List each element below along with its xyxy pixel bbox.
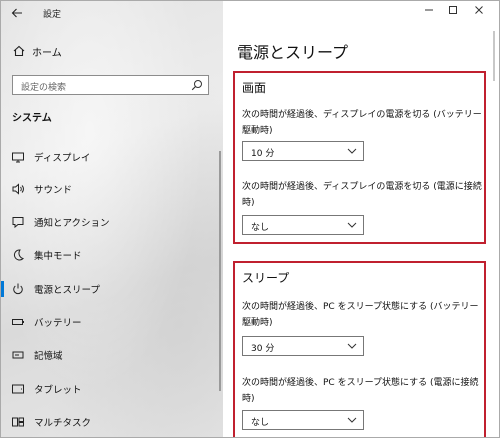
minimize-button[interactable] bbox=[419, 5, 439, 19]
sidebar-item-power-sleep[interactable]: 電源とスリープ bbox=[1, 277, 223, 301]
sidebar-item-label: サウンド bbox=[34, 185, 73, 196]
sidebar-item-display[interactable]: ディスプレイ bbox=[1, 145, 223, 169]
sidebar: 設定 ホーム 設定の検索 システム ディスプレイ サウンド 通知とアクション 集… bbox=[1, 1, 223, 437]
title-bar: 設定 bbox=[1, 1, 223, 25]
sidebar-item-label: ディスプレイ bbox=[34, 153, 91, 164]
search-placeholder: 設定の検索 bbox=[21, 83, 67, 93]
sidebar-item-label: タブレット bbox=[34, 385, 82, 396]
sleep-plugged-desc: 次の時間が経過後、PC をスリープ状態にする (電源に接続時) bbox=[242, 378, 479, 404]
sidebar-item-label: 通知とアクション bbox=[34, 218, 110, 229]
active-indicator bbox=[1, 281, 4, 297]
sleep-battery-desc: 次の時間が経過後、PC をスリープ状態にする (バッテリー駆動時) bbox=[242, 302, 479, 328]
search-icon bbox=[191, 80, 202, 91]
sidebar-scrollbar[interactable] bbox=[219, 151, 221, 391]
screen-plugged-desc: 次の時間が経過後、ディスプレイの電源を切る (電源に接続時) bbox=[242, 182, 482, 208]
power-icon bbox=[13, 283, 23, 295]
sleep-section: スリープ 次の時間が経過後、PC をスリープ状態にする (バッテリー駆動時) 3… bbox=[233, 261, 486, 437]
sidebar-item-label: 記憶域 bbox=[34, 351, 63, 362]
battery-icon bbox=[12, 319, 24, 325]
sidebar-item-label: マルチタスク bbox=[34, 418, 92, 429]
sidebar-item-label: バッテリー bbox=[34, 318, 82, 329]
screen-battery-desc: 次の時間が経過後、ディスプレイの電源を切る (バッテリー駆動時) bbox=[242, 110, 482, 136]
chevron-down-icon bbox=[347, 417, 357, 423]
screen-plugged-dropdown[interactable]: なし bbox=[242, 215, 364, 235]
sidebar-item-battery[interactable]: バッテリー bbox=[1, 310, 223, 334]
chevron-down-icon bbox=[347, 343, 357, 349]
sleep-battery-dropdown[interactable]: 30 分 bbox=[242, 336, 364, 356]
search-input[interactable]: 設定の検索 bbox=[12, 75, 209, 95]
sidebar-item-multitask[interactable]: マルチタスク bbox=[1, 410, 223, 434]
sidebar-item-storage[interactable]: 記憶域 bbox=[1, 343, 223, 367]
dropdown-value: なし bbox=[251, 223, 270, 233]
moon-icon bbox=[14, 249, 24, 261]
minimize-icon bbox=[425, 9, 433, 11]
screen-heading: 画面 bbox=[242, 81, 267, 95]
sidebar-item-focus[interactable]: 集中モード bbox=[1, 243, 223, 267]
chevron-down-icon bbox=[347, 148, 357, 154]
sidebar-item-sound[interactable]: サウンド bbox=[1, 177, 223, 201]
home-icon bbox=[13, 45, 25, 57]
dropdown-value: 30 分 bbox=[251, 344, 275, 354]
sleep-heading: スリープ bbox=[242, 271, 290, 285]
section-title: システム bbox=[12, 113, 52, 124]
settings-window: 設定 ホーム 設定の検索 システム ディスプレイ サウンド 通知とアクション 集… bbox=[0, 0, 500, 438]
maximize-button[interactable] bbox=[443, 5, 463, 19]
app-title: 設定 bbox=[43, 10, 62, 20]
monitor-icon bbox=[12, 152, 24, 163]
close-icon bbox=[475, 6, 483, 14]
dropdown-value: 10 分 bbox=[251, 149, 275, 159]
sidebar-item-notifications[interactable]: 通知とアクション bbox=[1, 210, 223, 234]
main-scrollbar[interactable] bbox=[493, 31, 495, 81]
multitask-icon bbox=[12, 417, 24, 427]
screen-section: 画面 次の時間が経過後、ディスプレイの電源を切る (バッテリー駆動時) 10 分… bbox=[233, 71, 486, 244]
home-nav-item[interactable]: ホーム bbox=[1, 39, 223, 63]
storage-icon bbox=[12, 351, 24, 359]
chevron-down-icon bbox=[347, 222, 357, 228]
back-button[interactable] bbox=[7, 3, 27, 23]
sidebar-item-label: 電源とスリープ bbox=[34, 285, 100, 296]
speaker-icon bbox=[12, 183, 24, 195]
tablet-icon bbox=[12, 384, 24, 394]
page-title: 電源とスリープ bbox=[237, 43, 349, 62]
home-label: ホーム bbox=[32, 48, 62, 59]
close-button[interactable] bbox=[469, 5, 489, 19]
screen-battery-dropdown[interactable]: 10 分 bbox=[242, 141, 364, 161]
main-content: 電源とスリープ 画面 次の時間が経過後、ディスプレイの電源を切る (バッテリー駆… bbox=[223, 1, 499, 437]
sidebar-item-label: 集中モード bbox=[34, 251, 82, 262]
back-arrow-icon bbox=[11, 8, 22, 18]
notification-icon bbox=[12, 217, 24, 229]
sleep-plugged-dropdown[interactable]: なし bbox=[242, 410, 364, 430]
maximize-icon bbox=[449, 6, 457, 14]
sidebar-item-tablet[interactable]: タブレット bbox=[1, 377, 223, 401]
dropdown-value: なし bbox=[251, 418, 270, 428]
